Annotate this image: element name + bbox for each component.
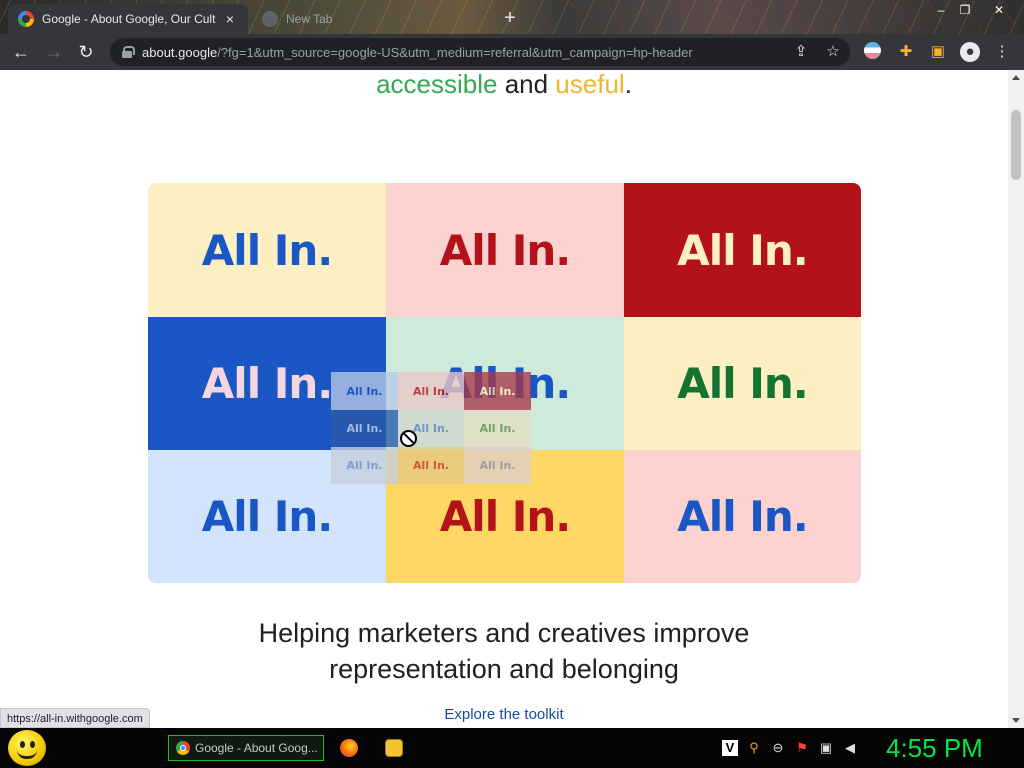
forward-button[interactable]: → (42, 40, 66, 64)
kebab-menu-icon[interactable]: ⋮ (992, 42, 1012, 62)
tab-about-google[interactable]: Google - About Google, Our Cult × (8, 4, 248, 34)
tab-title: Google - About Google, Our Cult (42, 12, 216, 26)
reload-button[interactable]: ↻ (74, 40, 98, 64)
taskbar-window-title: Google - About Goog... (195, 741, 318, 755)
taskbar-clock[interactable]: 4:55 PM (886, 732, 1016, 764)
puzzle-icon[interactable]: ✚ (896, 42, 916, 62)
search-tray-icon[interactable]: ⚲ (746, 740, 762, 756)
file-manager-icon[interactable] (385, 739, 403, 757)
restore-icon[interactable]: ❐ (954, 2, 976, 18)
tagline-accessible: accessible (376, 70, 498, 99)
new-tab-button[interactable]: + (498, 6, 522, 30)
explore-toolkit-link[interactable]: Explore the toolkit (0, 706, 1008, 723)
tab-strip: Google - About Google, Our Cult × New Ta… (0, 0, 1024, 34)
vertical-scrollbar[interactable] (1008, 70, 1024, 728)
drag-ghost-tile-6: All In. (464, 410, 531, 447)
tagline-useful: useful (555, 70, 625, 99)
lock-icon[interactable] (122, 46, 135, 58)
all-in-tile-3: All In. (624, 183, 861, 317)
tab-title: New Tab (286, 12, 333, 26)
drag-ghost-tile-7: All In. (331, 447, 398, 484)
tab-new-tab[interactable]: New Tab (252, 4, 492, 34)
link-status-bubble: https://all-in.withgoogle.com (0, 708, 150, 728)
google-favicon-icon (18, 11, 34, 27)
extension-flag-icon[interactable] (864, 42, 881, 59)
drag-ghost-tile-2: All In. (398, 372, 464, 410)
page-viewport: accessible and useful. All In. All In. All… (0, 70, 1024, 728)
back-button[interactable]: ← (9, 40, 33, 64)
chrome-icon (176, 741, 190, 755)
tray-status-icon[interactable]: ⊖ (770, 740, 786, 756)
scroll-up-arrow-icon[interactable] (1012, 75, 1020, 80)
os-taskbar: Google - About Goog... V ⚲ ⊖ ⚑ ▣ ◀ 4:55 … (0, 728, 1024, 768)
action-center-flag-icon[interactable]: ⚑ (794, 740, 810, 756)
chrome-favicon-icon (262, 11, 278, 27)
all-in-tile-9: All In. (624, 450, 861, 583)
all-in-tile-6: All In. (624, 317, 861, 450)
drag-ghost-tile-3: All In. (464, 372, 531, 410)
close-tab-icon[interactable]: × (222, 11, 238, 27)
drag-ghost-tile-9: All In. (464, 447, 531, 484)
tray-app-icon[interactable]: V (722, 740, 738, 756)
share-icon[interactable]: ⇪ (792, 43, 810, 61)
star-icon[interactable]: ☆ (824, 43, 842, 61)
not-allowed-cursor-icon (400, 430, 417, 447)
start-menu-smiley-icon[interactable] (8, 730, 46, 766)
taskbar-chrome-window[interactable]: Google - About Goog... (168, 735, 324, 761)
drag-ghost-tile-8: All In. (398, 447, 464, 484)
mission-tagline: accessible and useful. (0, 70, 1008, 98)
volume-icon[interactable]: ◀ (842, 740, 858, 756)
scroll-down-arrow-icon[interactable] (1012, 718, 1020, 723)
scroll-thumb[interactable] (1011, 110, 1021, 180)
minimize-icon[interactable]: – (930, 2, 952, 18)
network-icon[interactable]: ▣ (818, 740, 834, 756)
tagline-period: . (624, 70, 632, 99)
tagline-and: and (497, 70, 556, 99)
drag-ghost-image: All In. All In. All In. All In. All In. All I… (331, 372, 531, 484)
url-path: /?fg=1&utm_source=google-US&utm_medium=r… (217, 44, 693, 60)
all-in-tile-1: All In. (148, 183, 386, 317)
heading-line-2: representation and belonging (329, 654, 679, 684)
browser-toolbar: ← → ↻ about.google /?fg=1&utm_source=goo… (0, 34, 1024, 70)
heading-line-1: Helping marketers and creatives improve (258, 618, 750, 648)
close-window-icon[interactable]: ✕ (988, 2, 1010, 18)
drag-ghost-tile-1: All In. (331, 372, 398, 410)
all-in-tile-2: All In. (386, 183, 624, 317)
firefox-icon[interactable] (340, 739, 358, 757)
address-bar[interactable]: about.google /?fg=1&utm_source=google-US… (110, 38, 850, 66)
profile-icon[interactable]: ● (960, 42, 980, 62)
section-heading: Helping marketers and creatives improve … (0, 615, 1008, 687)
url-host: about.google (142, 44, 218, 60)
side-panel-icon[interactable]: ▣ (928, 42, 948, 62)
drag-ghost-tile-4: All In. (331, 410, 398, 447)
